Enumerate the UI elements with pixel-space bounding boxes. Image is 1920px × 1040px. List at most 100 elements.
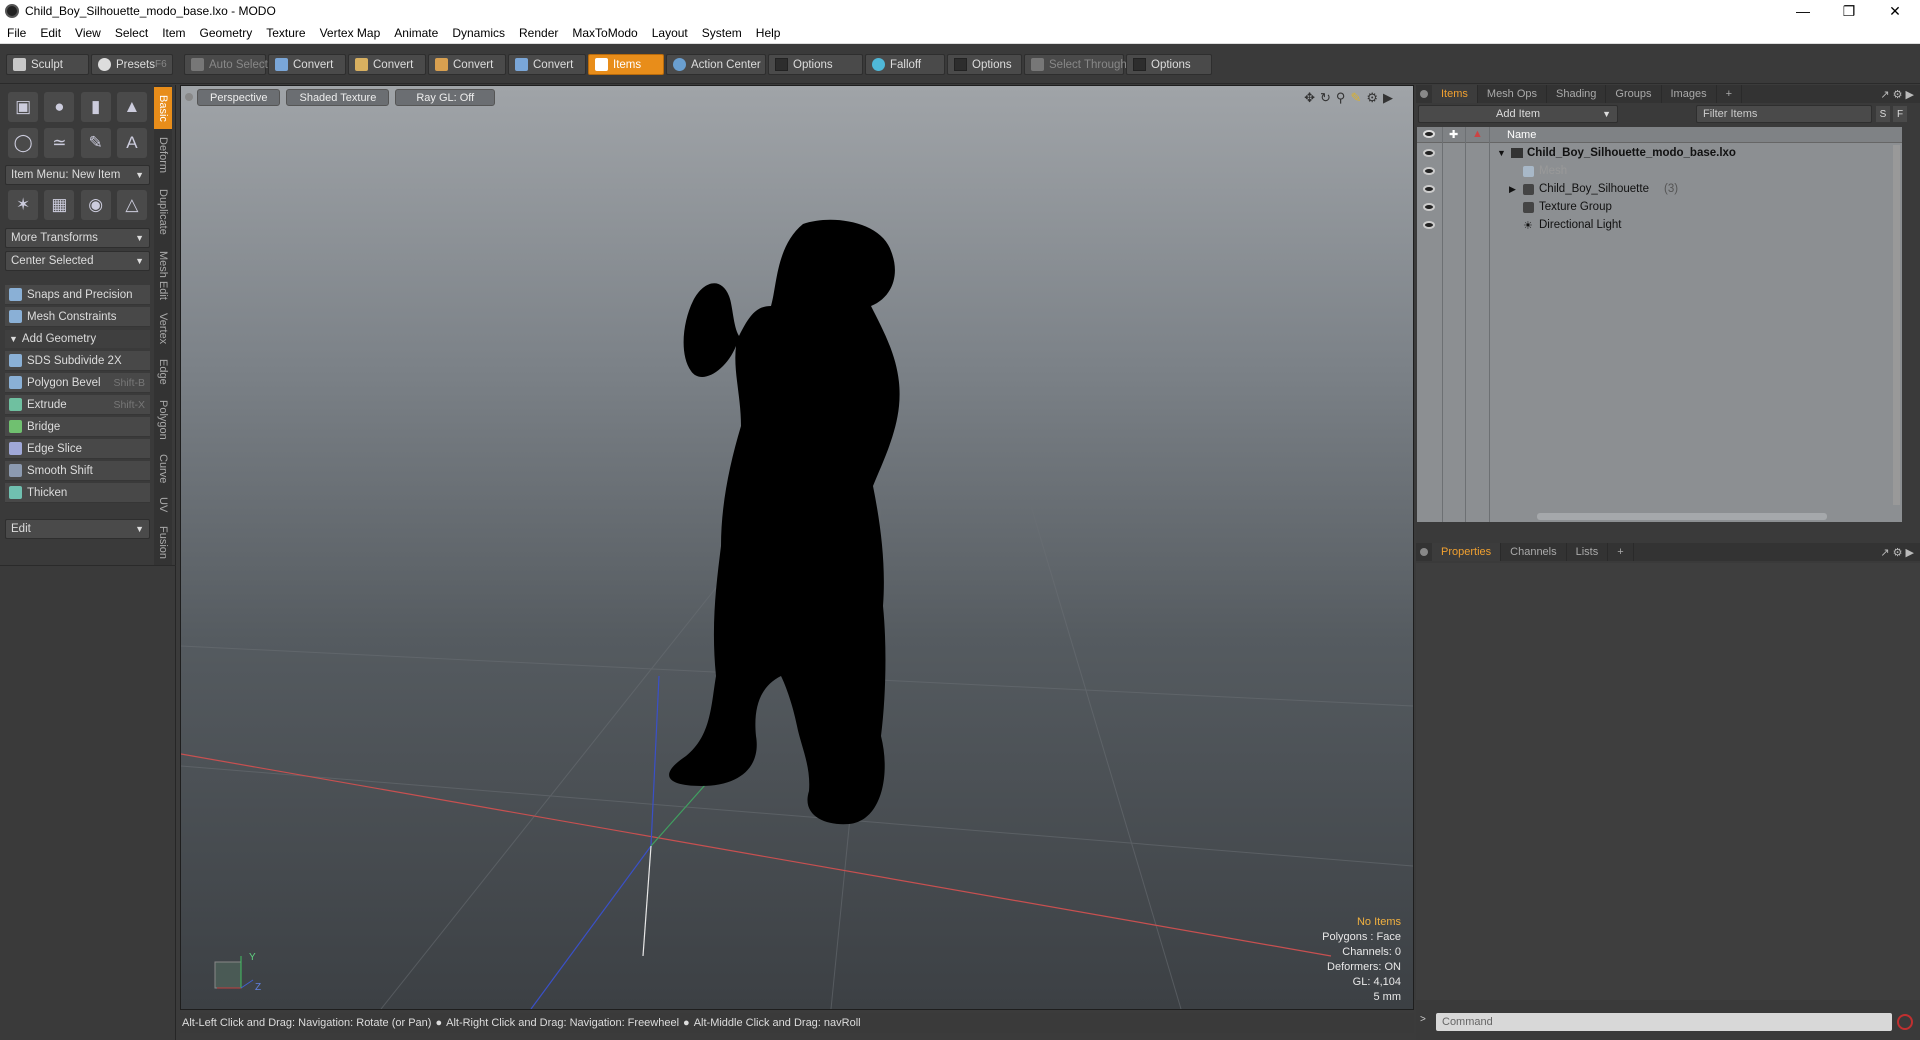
grid-icon[interactable]: ▦	[44, 190, 75, 220]
render-icon[interactable]: ▲	[1472, 128, 1483, 140]
lock-icon[interactable]: ✚	[1449, 128, 1458, 141]
globe-icon[interactable]: ◉	[80, 190, 111, 220]
filter-f-toggle[interactable]: F	[1893, 106, 1907, 122]
vtab-edge[interactable]: Edge	[154, 353, 172, 391]
mesh-constraints-button[interactable]: Mesh Constraints	[5, 307, 150, 327]
convert-button-2[interactable]: Convert	[348, 54, 426, 75]
transform-icon[interactable]: ✶	[8, 190, 39, 220]
menu-help[interactable]: Help	[749, 26, 788, 40]
vtab-fusion[interactable]: Fusion	[154, 521, 172, 565]
tree-item-child-boy[interactable]: ▶ Child_Boy_Silhouette (3)	[1417, 180, 1902, 198]
auto-select-button[interactable]: Auto Select	[184, 54, 268, 75]
cone-icon[interactable]: ▲	[116, 92, 147, 122]
action-center-button[interactable]: Action Center	[666, 54, 766, 75]
edit-dropdown[interactable]: Edit ▼	[5, 519, 150, 539]
cylinder-icon[interactable]: ▮	[80, 92, 111, 122]
sphere-icon[interactable]: ●	[44, 92, 75, 122]
menu-geometry[interactable]: Geometry	[193, 26, 260, 40]
options-button-2[interactable]: Options	[947, 54, 1022, 75]
vtab-deform[interactable]: Deform	[154, 131, 172, 179]
item-list[interactable]: ✚ ▲ Name ▼ Child_Boy_Silhouette_modo_bas…	[1417, 127, 1902, 522]
options-checkbox[interactable]	[954, 58, 967, 71]
vtab-basic[interactable]: Basic	[154, 87, 172, 129]
menu-vertex-map[interactable]: Vertex Map	[313, 26, 388, 40]
menu-edit[interactable]: Edit	[33, 26, 68, 40]
menu-maxtomodo[interactable]: MaxToModo	[565, 26, 644, 40]
menu-layout[interactable]: Layout	[645, 26, 695, 40]
expand-arrow-icon[interactable]: ▼	[1497, 148, 1506, 158]
minimize-icon[interactable]: —	[1780, 0, 1826, 22]
convert-button-1[interactable]: Convert	[268, 54, 346, 75]
child-silhouette-mesh[interactable]	[669, 219, 900, 825]
filter-items-input[interactable]: Filter Items	[1696, 105, 1872, 123]
thicken-button[interactable]: Thicken	[5, 483, 150, 503]
panel-menu-icon[interactable]	[1420, 90, 1428, 98]
sculpt-button[interactable]: Sculpt	[6, 54, 89, 75]
sds-subdivide-button[interactable]: SDS Subdivide 2X	[5, 351, 150, 371]
visibility-eye-icon[interactable]	[1423, 167, 1435, 175]
visibility-eye-icon[interactable]	[1423, 185, 1435, 193]
tab-channels[interactable]: Channels	[1501, 543, 1567, 561]
panel-expand-icon[interactable]: ↗ ⚙ ▶	[1880, 546, 1914, 559]
visibility-eye-icon[interactable]	[1423, 221, 1435, 229]
convert-button-3[interactable]: Convert	[428, 54, 506, 75]
menu-texture[interactable]: Texture	[259, 26, 312, 40]
options-checkbox[interactable]	[775, 58, 788, 71]
record-icon[interactable]	[1897, 1014, 1913, 1030]
snaps-precision-button[interactable]: Snaps and Precision	[5, 285, 150, 305]
add-item-dropdown[interactable]: Add Item ▼	[1418, 105, 1618, 123]
smooth-shift-button[interactable]: Smooth Shift	[5, 461, 150, 481]
close-icon[interactable]: ✕	[1872, 0, 1918, 22]
menu-system[interactable]: System	[695, 26, 749, 40]
pyramid-icon[interactable]: △	[116, 190, 147, 220]
visibility-eye-icon[interactable]	[1423, 130, 1435, 138]
vertical-scrollbar[interactable]	[1893, 145, 1900, 505]
visibility-eye-icon[interactable]	[1423, 149, 1435, 157]
visibility-eye-icon[interactable]	[1423, 203, 1435, 211]
options-button-1[interactable]: Options	[768, 54, 863, 75]
tab-mesh-ops[interactable]: Mesh Ops	[1478, 85, 1548, 103]
tree-item-mesh[interactable]: Mesh	[1417, 162, 1902, 180]
add-tab-icon[interactable]: +	[1717, 85, 1743, 103]
pen-icon[interactable]: ✎	[80, 128, 111, 158]
menu-animate[interactable]: Animate	[387, 26, 445, 40]
tab-shading[interactable]: Shading	[1547, 85, 1607, 103]
tab-properties[interactable]: Properties	[1432, 543, 1502, 561]
menu-item[interactable]: Item	[155, 26, 192, 40]
presets-button[interactable]: Presets F6	[91, 54, 173, 75]
vtab-polygon[interactable]: Polygon	[154, 393, 172, 447]
bridge-button[interactable]: Bridge	[5, 417, 150, 437]
menu-dynamics[interactable]: Dynamics	[445, 26, 512, 40]
vtab-curve[interactable]: Curve	[154, 449, 172, 489]
tree-item-scene[interactable]: ▼ Child_Boy_Silhouette_modo_base.lxo	[1417, 144, 1902, 162]
menu-render[interactable]: Render	[512, 26, 565, 40]
convert-button-4[interactable]: Convert	[508, 54, 586, 75]
add-tab-icon[interactable]: +	[1608, 543, 1634, 561]
3d-viewport[interactable]: Perspective Shaded Texture Ray GL: Off ✥…	[180, 85, 1414, 1010]
restore-icon[interactable]: ❐	[1826, 0, 1872, 22]
tree-item-directional-light[interactable]: ☀ Directional Light	[1417, 216, 1902, 234]
more-transforms-dropdown[interactable]: More Transforms ▼	[5, 228, 150, 248]
options-button-3[interactable]: Options	[1126, 54, 1212, 75]
panel-expand-icon[interactable]: ↗ ⚙ ▶	[1880, 88, 1914, 101]
filter-s-toggle[interactable]: S	[1876, 106, 1890, 122]
capsule-icon[interactable]: ≃	[44, 128, 75, 158]
tab-groups[interactable]: Groups	[1606, 85, 1662, 103]
select-through-button[interactable]: Select Through	[1024, 54, 1127, 75]
torus-icon[interactable]: ◯	[8, 128, 39, 158]
horizontal-scrollbar[interactable]	[1537, 513, 1827, 520]
center-selected-dropdown[interactable]: Center Selected ▼	[5, 251, 150, 271]
tab-images[interactable]: Images	[1662, 85, 1717, 103]
vtab-uv[interactable]: UV	[154, 491, 172, 519]
add-geometry-section[interactable]: ▼ Add Geometry	[5, 330, 150, 348]
tree-item-texture-group[interactable]: Texture Group	[1417, 198, 1902, 216]
tab-lists[interactable]: Lists	[1567, 543, 1609, 561]
falloff-button[interactable]: Falloff	[865, 54, 945, 75]
menu-view[interactable]: View	[68, 26, 108, 40]
panel-menu-icon[interactable]	[1420, 548, 1428, 556]
vtab-duplicate[interactable]: Duplicate	[154, 181, 172, 243]
command-input[interactable]: Command	[1436, 1013, 1892, 1031]
tab-items[interactable]: Items	[1432, 85, 1478, 103]
name-column-header[interactable]: Name	[1507, 129, 1536, 141]
expand-arrow-icon[interactable]: ▶	[1509, 184, 1516, 195]
